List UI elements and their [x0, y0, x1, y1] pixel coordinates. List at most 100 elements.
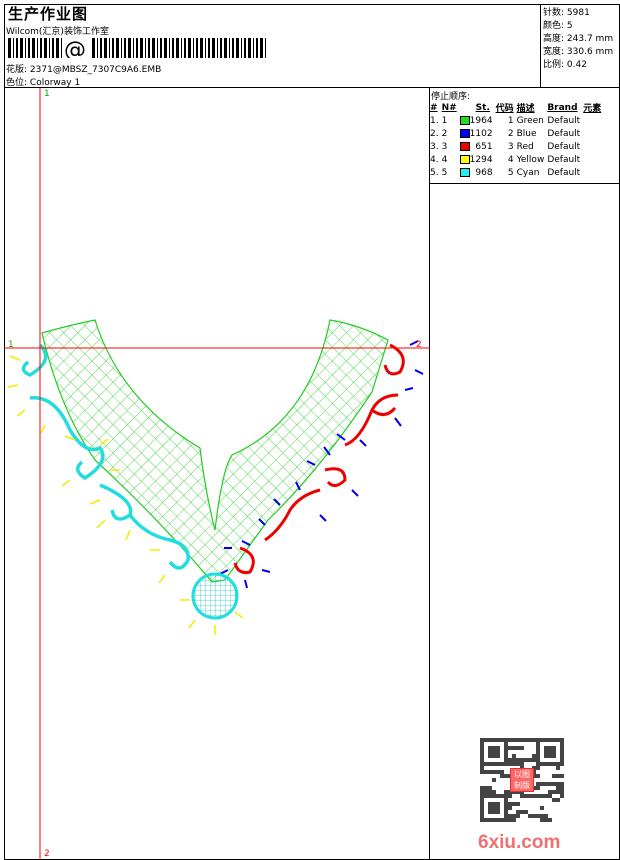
qr-module: [484, 762, 488, 766]
color-description: Cyan: [516, 167, 540, 178]
qr-module: [488, 802, 492, 806]
stitch-value: 651: [475, 141, 493, 152]
column-header: 描述: [516, 104, 535, 114]
element: [583, 140, 604, 153]
qr-module: [560, 762, 564, 766]
qr-module: [508, 738, 512, 742]
row-index: 1.: [430, 115, 439, 126]
qr-module: [508, 762, 512, 766]
qr-module: [488, 762, 492, 766]
color-swatch: [459, 167, 470, 177]
qr-module: [504, 738, 508, 742]
qr-module: [492, 750, 496, 754]
stitch-value: 968: [475, 167, 493, 178]
stitch-count: 651: [459, 140, 496, 153]
qr-module: [492, 794, 496, 798]
qr-module: [480, 758, 484, 762]
qr-module: [512, 814, 516, 818]
cyan-grid-medallion: [191, 572, 239, 620]
qr-module: [492, 806, 496, 810]
qr-module: [512, 802, 516, 806]
qr-module: [480, 762, 484, 766]
qr-module: [504, 798, 508, 802]
qr-module: [492, 746, 496, 750]
stat-value: 5: [566, 21, 573, 31]
qr-module: [552, 790, 556, 794]
qr-module: [548, 738, 552, 742]
qr-module: [492, 738, 496, 742]
qr-module: [516, 762, 520, 766]
qr-module: [508, 802, 512, 806]
qr-module: [500, 762, 504, 766]
qr-module: [536, 758, 540, 762]
qr-module: [508, 794, 512, 798]
qr-module: [544, 738, 548, 742]
qr-module: [520, 746, 524, 750]
qr-module: [544, 746, 548, 750]
qr-module: [524, 758, 528, 762]
qr-module: [480, 746, 484, 750]
qr-module: [560, 794, 564, 798]
qr-module: [500, 770, 504, 774]
qr-module: [500, 774, 504, 778]
qr-module: [492, 810, 496, 814]
qr-module: [552, 754, 556, 758]
color-code: 5: [507, 167, 514, 178]
qr-module: [496, 738, 500, 742]
qr-module: [492, 778, 496, 782]
qr-module: [540, 762, 544, 766]
stitch-value: 1102: [469, 128, 493, 139]
qr-module: [480, 750, 484, 754]
qr-module: [520, 810, 524, 814]
qr-module: [532, 758, 536, 762]
qr-module: [492, 770, 496, 774]
stat-label: 颜色:: [543, 21, 565, 31]
qr-module: [560, 774, 564, 778]
qr-module: [556, 762, 560, 766]
qr-module: [544, 762, 548, 766]
qr-module: [496, 806, 500, 810]
qr-module: [492, 802, 496, 806]
qr-module: [536, 766, 540, 770]
qr-module: [548, 754, 552, 758]
qr-module: [544, 754, 548, 758]
qr-module: [480, 794, 484, 798]
stat-label: 比例:: [543, 60, 565, 70]
qr-module: [552, 762, 556, 766]
table-row: 2. 2 1102 2 Blue Default: [430, 127, 604, 140]
qr-module: [560, 786, 564, 790]
qr-module: [560, 750, 564, 754]
qr-module: [484, 794, 488, 798]
table-row: 4. 4 1294 4 Yellow Default: [430, 153, 604, 166]
element: [583, 153, 604, 166]
qr-module: [488, 786, 492, 790]
qr-module: [552, 774, 556, 778]
qr-module: [480, 814, 484, 818]
qr-module: [556, 790, 560, 794]
axis-label-bottom: 2: [44, 849, 50, 859]
seal-logo: 以图 制版: [510, 768, 534, 792]
qr-module: [480, 818, 484, 822]
qr-module: [480, 806, 484, 810]
qr-module: [504, 742, 508, 746]
row-index: 4.: [430, 154, 439, 165]
qr-module: [528, 794, 532, 798]
qr-module: [504, 762, 508, 766]
qr-module: [540, 794, 544, 798]
qr-module: [500, 818, 504, 822]
qr-module: [480, 770, 484, 774]
qr-module: [560, 754, 564, 758]
qr-module: [548, 762, 552, 766]
qr-module: [516, 814, 520, 818]
qr-module: [552, 746, 556, 750]
qr-module: [560, 782, 564, 786]
qr-module: [540, 814, 544, 818]
stitch-value: 1294: [469, 154, 493, 165]
qr-module: [508, 758, 512, 762]
qr-module: [540, 782, 544, 786]
qr-module: [524, 738, 528, 742]
stat-row: 宽度: 330.6 mm: [543, 44, 613, 57]
stitch-count: 1964: [459, 114, 496, 127]
qr-module: [532, 814, 536, 818]
axis-label-left: 1: [8, 340, 14, 350]
